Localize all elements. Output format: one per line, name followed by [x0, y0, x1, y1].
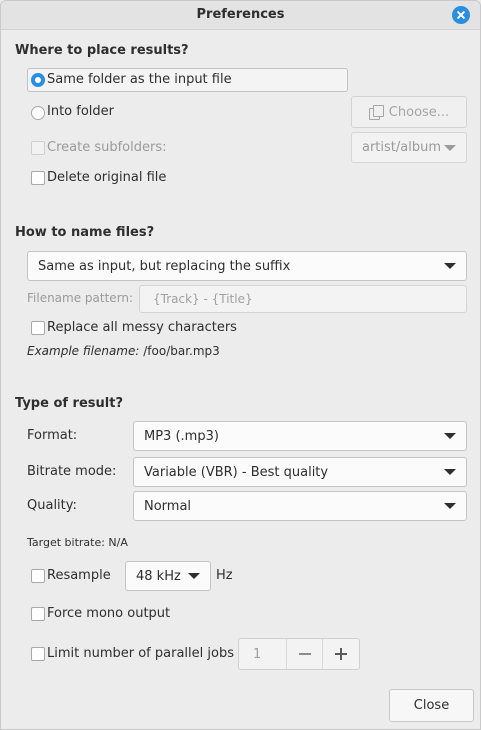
chevron-down-icon — [444, 144, 456, 151]
delete-original-label[interactable]: Delete original file — [47, 170, 166, 185]
filename-pattern-placeholder: {Track} - {Title} — [153, 292, 253, 306]
subfolder-pattern-dropdown[interactable]: artist/album — [351, 132, 467, 163]
format-value: MP3 (.mp3) — [144, 428, 219, 444]
plus-icon — [335, 648, 347, 660]
format-dropdown[interactable]: MP3 (.mp3) — [133, 421, 467, 451]
close-window-icon[interactable] — [452, 6, 470, 24]
format-label: Format: — [27, 428, 78, 443]
example-filename-label: Example filename: — [27, 344, 140, 358]
subfolder-pattern-value: artist/album — [362, 140, 442, 155]
delete-original-checkbox[interactable] — [31, 171, 45, 185]
filename-pattern-input[interactable]: {Track} - {Title} — [139, 285, 467, 313]
into-folder-radio[interactable] — [31, 106, 45, 120]
choose-button-label: Choose... — [388, 104, 450, 120]
result-heading: Type of result? — [15, 396, 123, 411]
quality-value: Normal — [144, 498, 192, 514]
parallel-jobs-value[interactable]: 1 — [239, 639, 287, 669]
naming-mode-value: Same as input, but replacing the suffix — [38, 258, 291, 274]
placement-heading: Where to place results? — [15, 43, 189, 58]
close-button[interactable]: Close — [389, 689, 474, 722]
choose-folder-button[interactable]: Choose... — [351, 96, 467, 128]
resample-checkbox[interactable] — [31, 569, 45, 583]
target-bitrate-text: Target bitrate: N/A — [27, 536, 128, 549]
into-folder-label[interactable]: Into folder — [47, 104, 114, 119]
limit-jobs-checkbox[interactable] — [31, 647, 45, 661]
example-filename-value: /foo/bar.mp3 — [143, 344, 220, 358]
chevron-down-icon — [444, 503, 456, 509]
chevron-down-icon — [444, 263, 456, 269]
increment-button[interactable] — [323, 639, 359, 669]
resample-rate-value: 48 kHz — [136, 568, 181, 584]
filename-pattern-label: Filename pattern: — [27, 291, 134, 305]
example-filename: Example filename: /foo/bar.mp3 — [27, 344, 220, 358]
chevron-down-icon — [444, 469, 456, 475]
create-subfolders-label: Create subfolders: — [47, 140, 167, 155]
preferences-window: Preferences Where to place results? Same… — [0, 0, 481, 730]
force-mono-label[interactable]: Force mono output — [47, 606, 170, 621]
replace-messy-checkbox[interactable] — [31, 321, 45, 335]
chevron-down-icon — [188, 573, 200, 579]
bitrate-mode-value: Variable (VBR) - Best quality — [144, 464, 329, 480]
create-subfolders-checkbox[interactable] — [31, 141, 45, 155]
title-bar: Preferences — [1, 1, 480, 30]
resample-rate-dropdown[interactable]: 48 kHz — [125, 561, 211, 591]
same-folder-label[interactable]: Same folder as the input file — [47, 72, 232, 87]
limit-jobs-label[interactable]: Limit number of parallel jobs — [47, 646, 234, 661]
quality-dropdown[interactable]: Normal — [133, 491, 467, 521]
naming-heading: How to name files? — [15, 225, 155, 240]
folder-copy-icon — [368, 105, 384, 120]
decrement-button[interactable] — [287, 639, 323, 669]
quality-label: Quality: — [27, 498, 77, 513]
window-title: Preferences — [196, 7, 285, 22]
resample-label[interactable]: Resample — [47, 568, 111, 583]
bitrate-mode-dropdown[interactable]: Variable (VBR) - Best quality — [133, 457, 467, 487]
parallel-jobs-spinner[interactable]: 1 — [238, 638, 360, 670]
force-mono-checkbox[interactable] — [31, 607, 45, 621]
same-folder-radio[interactable] — [31, 73, 45, 87]
minus-icon — [298, 653, 311, 655]
resample-unit-label: Hz — [216, 568, 233, 583]
replace-messy-label[interactable]: Replace all messy characters — [47, 320, 237, 335]
naming-mode-dropdown[interactable]: Same as input, but replacing the suffix — [27, 251, 467, 281]
chevron-down-icon — [444, 433, 456, 439]
bitrate-mode-label: Bitrate mode: — [27, 464, 117, 479]
